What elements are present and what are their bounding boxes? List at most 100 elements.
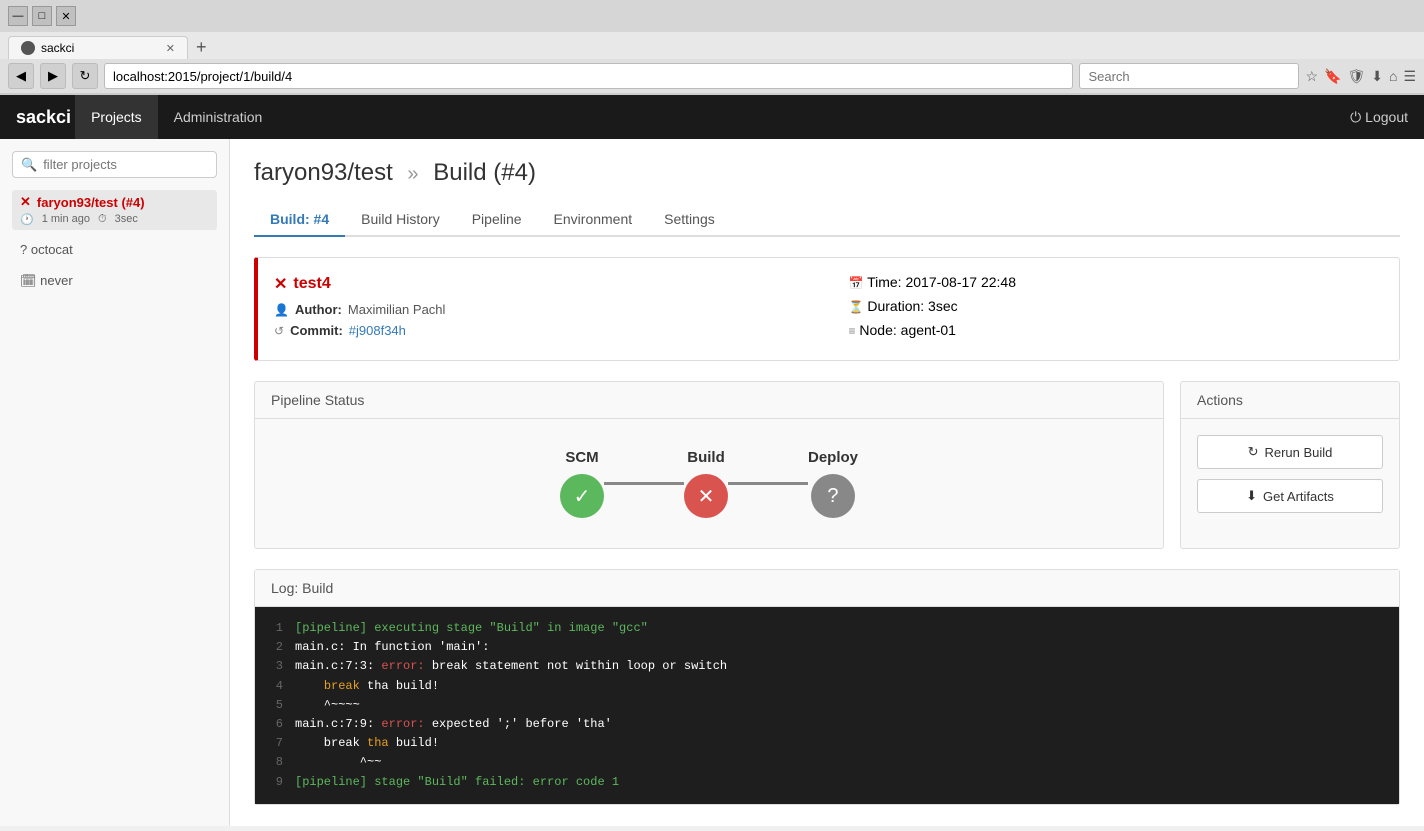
browser-titlebar: — □ ✕ bbox=[0, 0, 1424, 32]
build-author-row: 👤 Author: Maximilian Pachl bbox=[274, 302, 809, 317]
rerun-icon: ↻ bbox=[1248, 444, 1259, 460]
stage-deploy-circle: ? bbox=[811, 474, 855, 518]
logout-button[interactable]: ⏻ Logout bbox=[1350, 109, 1408, 126]
sidebar-filter-input[interactable] bbox=[43, 152, 208, 177]
sidebar-item-faryon93[interactable]: ✕ faryon93/test (#4) 🕐 1 min ago ⏱ 3sec bbox=[12, 190, 217, 230]
nav-link-projects[interactable]: Projects bbox=[75, 95, 158, 139]
home-icon[interactable]: ⌂ bbox=[1389, 68, 1397, 84]
window-controls: — □ ✕ bbox=[8, 6, 76, 26]
log-content: 1 [pipeline] executing stage "Build" in i… bbox=[255, 607, 1399, 804]
log-line-text: break tha build! bbox=[295, 734, 439, 753]
app-brand: sackci bbox=[16, 107, 71, 128]
pipeline-stages: SCM ✓ Build ✕ Deploy ? bbox=[255, 419, 1163, 548]
app-navbar: sackci Projects Administration ⏻ Logout bbox=[0, 95, 1424, 139]
time-label: Time: bbox=[867, 274, 901, 290]
log-line-text: ^~~ bbox=[295, 753, 381, 772]
stage-deploy-label: Deploy bbox=[808, 449, 858, 466]
sidebar-project-meta: 🕐 1 min ago ⏱ 3sec bbox=[20, 213, 209, 226]
log-line-text: break tha build! bbox=[295, 677, 439, 696]
time-icon: 📅 bbox=[849, 276, 864, 290]
build-info-left: ✕ test4 👤 Author: Maximilian Pachl ↺ Com… bbox=[274, 274, 809, 344]
build-time-row: 📅 Time: 2017-08-17 22:48 bbox=[849, 274, 1384, 290]
tab-build-history[interactable]: Build History bbox=[345, 203, 456, 237]
log-line-num: 8 bbox=[271, 753, 283, 772]
log-line-num: 1 bbox=[271, 619, 283, 638]
stage-deploy: Deploy ? bbox=[808, 449, 858, 518]
minimize-button[interactable]: — bbox=[8, 6, 28, 26]
log-line: 4 break tha build! bbox=[271, 677, 1383, 696]
shield-icon[interactable]: 🛡 bbox=[1347, 68, 1365, 85]
download-icon[interactable]: ⬇ bbox=[1371, 68, 1383, 85]
browser-toolbar: ◀ ▶ ↻ ☆ 🔖 🛡 ⬇ ⌂ ☰ bbox=[0, 59, 1424, 94]
page-title: faryon93/test » Build (#4) bbox=[254, 159, 1400, 187]
log-line-text: main.c:7:3: error: break statement not w… bbox=[295, 657, 727, 676]
maximize-button[interactable]: □ bbox=[32, 6, 52, 26]
actions-box: Actions ↻ Rerun Build ⬇ Get Artifacts bbox=[1180, 381, 1400, 549]
browser-tab-active[interactable]: sackci ✕ bbox=[8, 36, 188, 59]
back-button[interactable]: ◀ bbox=[8, 63, 34, 89]
log-line: 5 ^~~~~ bbox=[271, 696, 1383, 715]
tab-settings[interactable]: Settings bbox=[648, 203, 731, 237]
commit-value: #j908f34h bbox=[349, 323, 406, 338]
build-name-text: test4 bbox=[293, 275, 330, 293]
commit-label: Commit: bbox=[290, 323, 343, 338]
menu-icon[interactable]: ☰ bbox=[1403, 68, 1416, 85]
tab-pipeline[interactable]: Pipeline bbox=[456, 203, 538, 237]
stage-connector-2 bbox=[728, 482, 808, 485]
tab-title: sackci bbox=[41, 41, 74, 55]
pipeline-actions-row: Pipeline Status SCM ✓ Build ✕ Deploy bbox=[254, 381, 1400, 549]
pipeline-box-header: Pipeline Status bbox=[255, 382, 1163, 419]
download-artifacts-icon: ⬇ bbox=[1246, 488, 1257, 504]
log-line-num: 6 bbox=[271, 715, 283, 734]
log-line-num: 5 bbox=[271, 696, 283, 715]
build-duration-row: ⏳ Duration: 3sec bbox=[849, 298, 1384, 314]
log-line-num: 2 bbox=[271, 638, 283, 657]
title-project: faryon93/test bbox=[254, 159, 393, 186]
new-tab-button[interactable]: + bbox=[192, 37, 211, 58]
commit-icon: ↺ bbox=[274, 324, 284, 338]
main-layout: 🔍 ✕ faryon93/test (#4) 🕐 1 min ago ⏱ 3se… bbox=[0, 139, 1424, 826]
build-commit-row: ↺ Commit: #j908f34h bbox=[274, 323, 809, 338]
build-name: ✕ test4 bbox=[274, 274, 809, 294]
log-line: 9[pipeline] stage "Build" failed: error … bbox=[271, 773, 1383, 792]
tab-environment[interactable]: Environment bbox=[538, 203, 649, 237]
sidebar-project-name: faryon93/test (#4) bbox=[37, 195, 145, 210]
sidebar-other-name-1: never bbox=[40, 273, 73, 288]
log-box: Log: Build 1[pipeline] executing stage "… bbox=[254, 569, 1400, 805]
get-artifacts-button[interactable]: ⬇ Get Artifacts bbox=[1197, 479, 1383, 513]
log-line-text: [pipeline] executing stage "Build" in im… bbox=[295, 619, 648, 638]
main-content: faryon93/test » Build (#4) Build: #4 Bui… bbox=[230, 139, 1424, 826]
log-line: 3main.c:7:3: error: break statement not … bbox=[271, 657, 1383, 676]
bookmark-icon[interactable]: 🔖 bbox=[1324, 68, 1341, 85]
tab-build-current[interactable]: Build: #4 bbox=[254, 203, 345, 237]
nav-right: ⏻ Logout bbox=[1350, 109, 1408, 126]
star-icon[interactable]: ☆ bbox=[1305, 68, 1318, 85]
sidebar-item-never[interactable]: 🗓 never bbox=[12, 269, 217, 293]
duration-icon: ⏳ bbox=[849, 300, 864, 314]
stage-build: Build ✕ bbox=[684, 449, 728, 518]
sidebar-project-duration: 3sec bbox=[115, 213, 138, 226]
actions-box-header: Actions bbox=[1181, 382, 1399, 419]
close-button[interactable]: ✕ bbox=[56, 6, 76, 26]
logout-icon: ⏻ bbox=[1350, 109, 1361, 126]
search-bar[interactable] bbox=[1079, 63, 1299, 89]
address-bar[interactable] bbox=[104, 63, 1073, 89]
log-line-num: 4 bbox=[271, 677, 283, 696]
build-info-card: ✕ test4 👤 Author: Maximilian Pachl ↺ Com… bbox=[254, 257, 1400, 361]
stage-connector-1 bbox=[604, 482, 684, 485]
node-icon: ≡ bbox=[849, 324, 856, 338]
tab-close-icon[interactable]: ✕ bbox=[166, 42, 175, 55]
sidebar-item-octocat[interactable]: ? octocat bbox=[12, 238, 217, 261]
nav-link-administration[interactable]: Administration bbox=[158, 95, 279, 139]
logout-label: Logout bbox=[1365, 109, 1408, 125]
log-line: 8 ^~~ bbox=[271, 753, 1383, 772]
log-line: 6 main.c:7:9: error: expected ';' before … bbox=[271, 715, 1383, 734]
stage-scm: SCM ✓ bbox=[560, 449, 604, 518]
rerun-build-button[interactable]: ↻ Rerun Build bbox=[1197, 435, 1383, 469]
log-line-text: main.c:7:9: error: expected ';' before '… bbox=[295, 715, 612, 734]
title-build: Build (#4) bbox=[433, 159, 536, 186]
forward-button[interactable]: ▶ bbox=[40, 63, 66, 89]
refresh-button[interactable]: ↻ bbox=[72, 63, 98, 89]
timer-icon: ⏱ bbox=[98, 213, 107, 226]
tabs: Build: #4 Build History Pipeline Environ… bbox=[254, 203, 1400, 237]
